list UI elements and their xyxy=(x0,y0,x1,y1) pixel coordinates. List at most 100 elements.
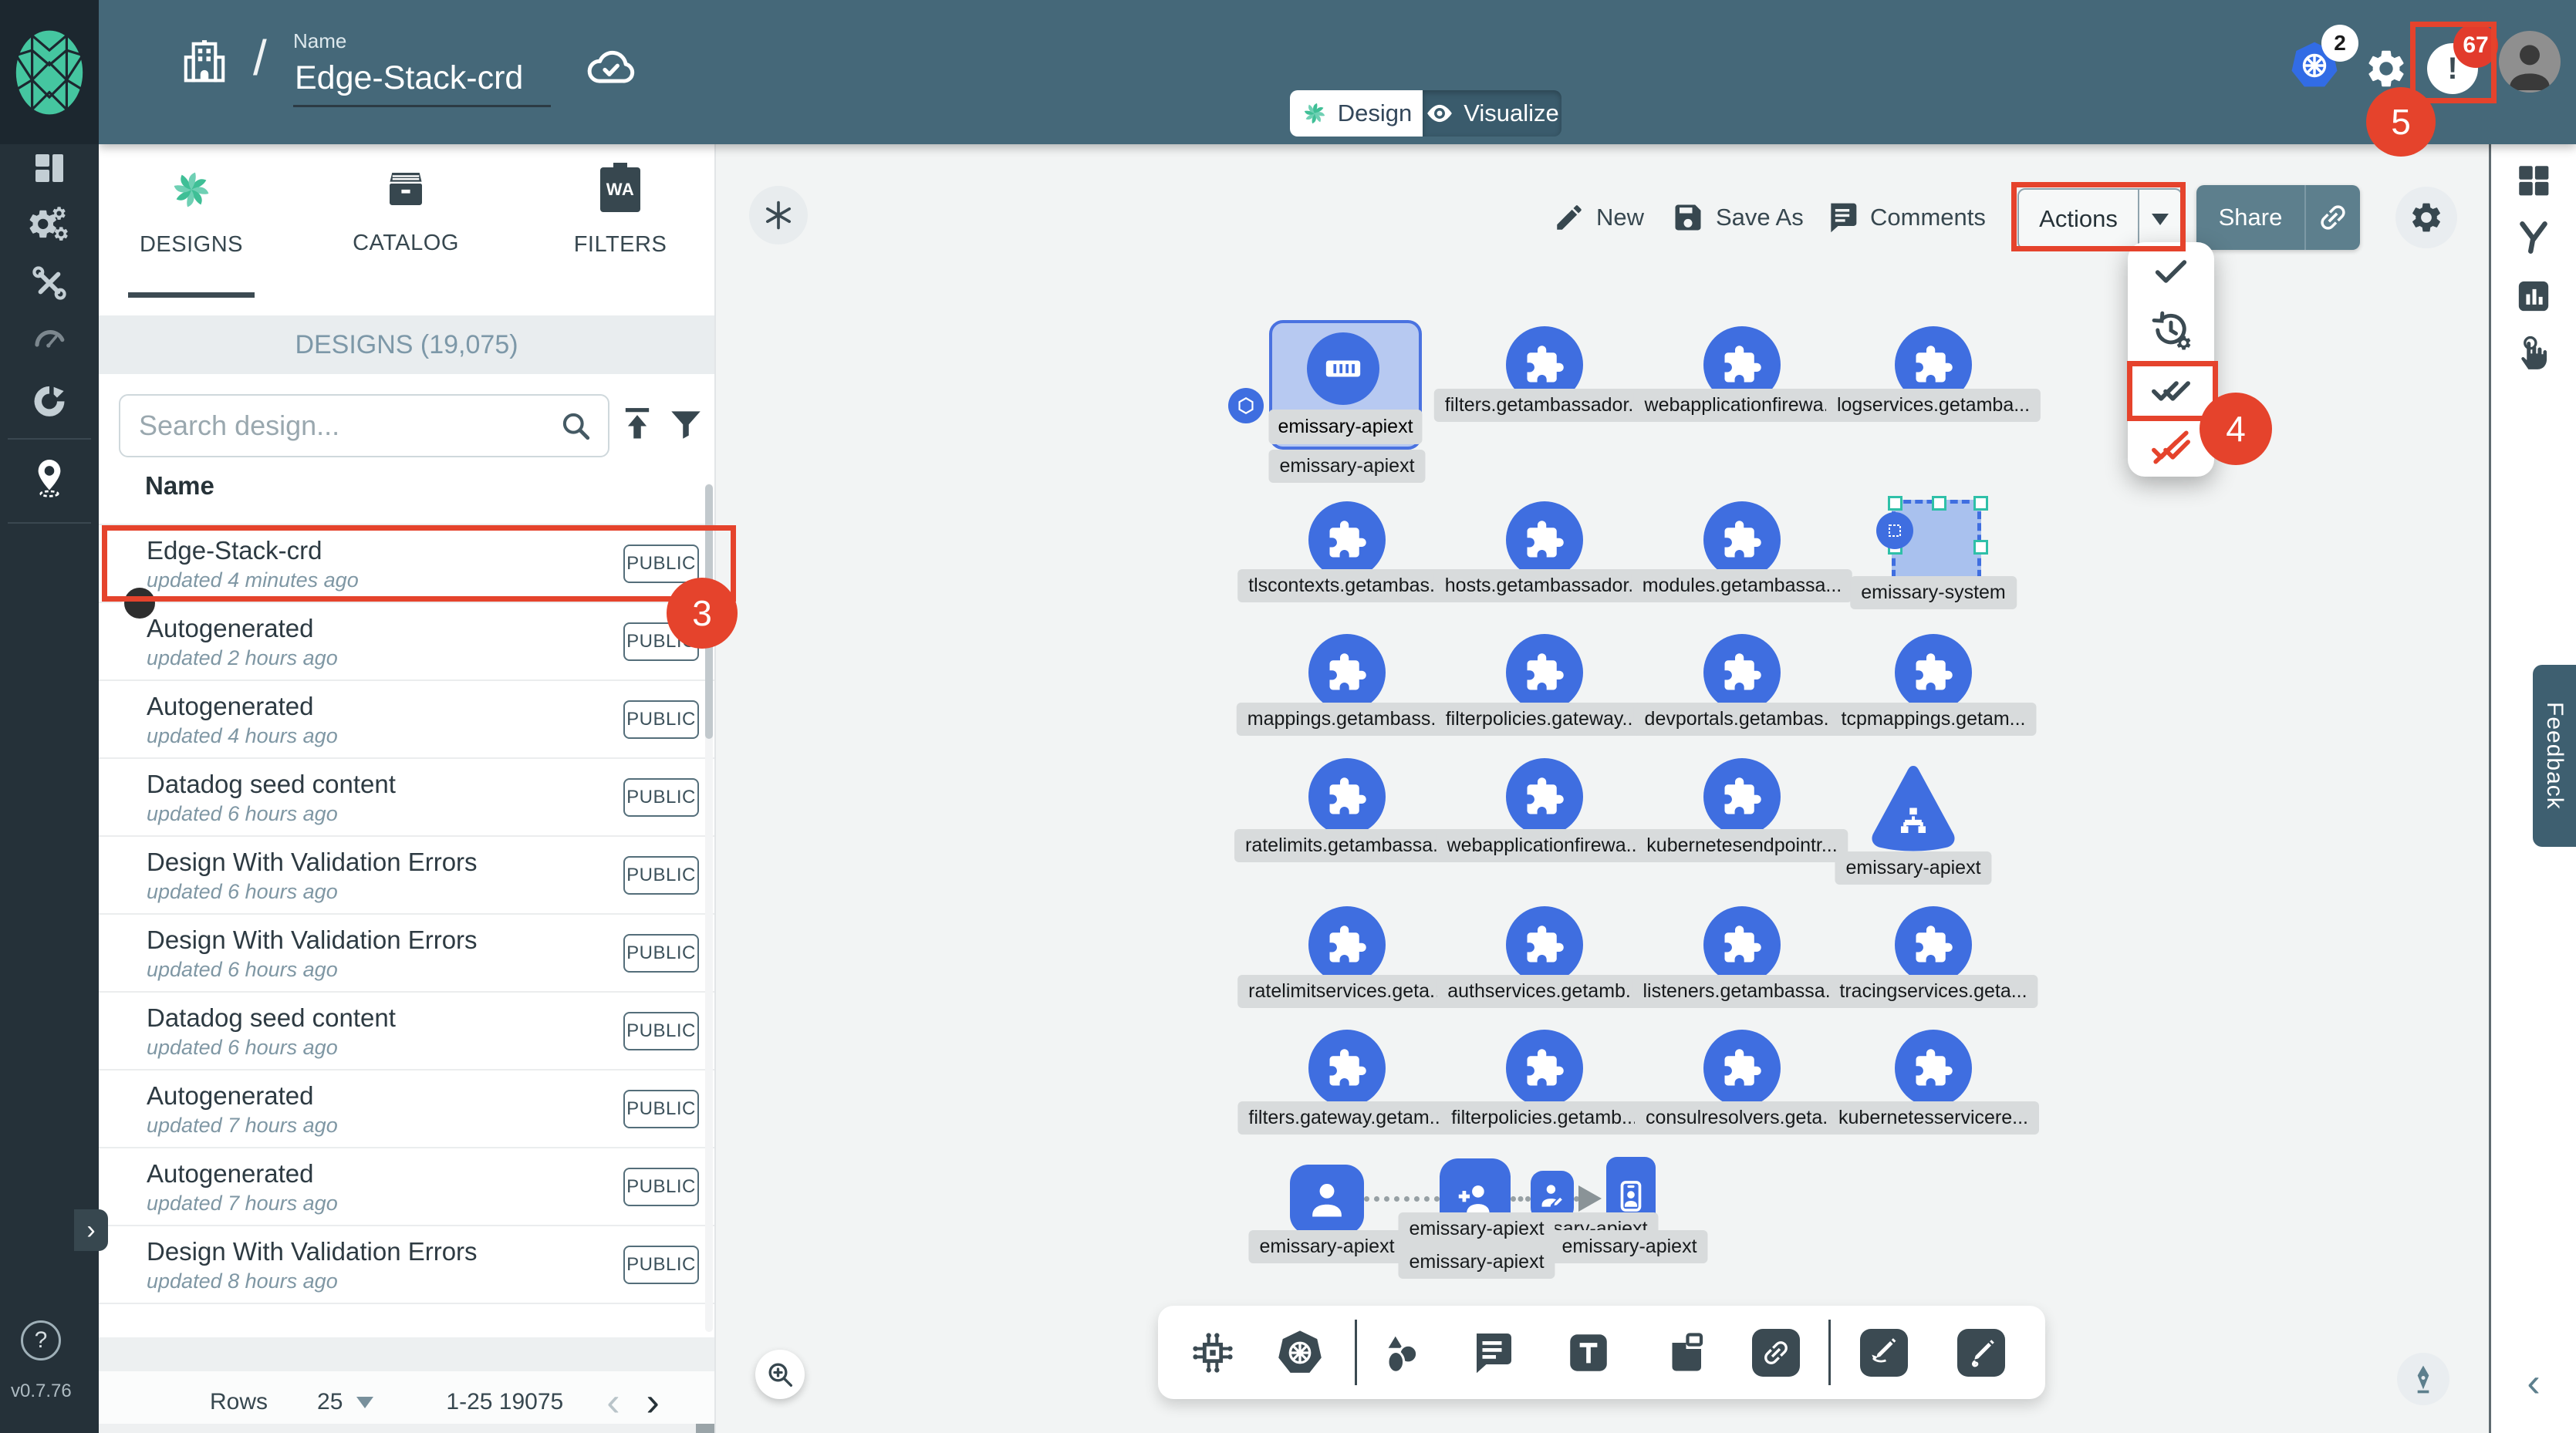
collapse-panel-chevron[interactable]: ‹ xyxy=(2491,1360,2576,1406)
nav-lifecycle-gears-icon[interactable] xyxy=(0,204,99,244)
node-crd[interactable] xyxy=(1703,501,1781,578)
meshery-logo[interactable] xyxy=(0,0,99,144)
node-crd[interactable] xyxy=(1703,906,1781,983)
feedback-tab[interactable]: Feedback xyxy=(2533,665,2576,847)
design-updated: updated 6 hours ago xyxy=(147,880,338,904)
node-crd[interactable] xyxy=(1703,758,1781,835)
node-crd[interactable] xyxy=(1308,501,1386,578)
nav-configuration-tools-icon[interactable] xyxy=(0,264,99,302)
node-label: emissary-apiext xyxy=(1398,1246,1555,1279)
import-design-icon[interactable] xyxy=(617,403,657,443)
tab-visualize[interactable]: Visualize xyxy=(1423,90,1561,137)
meshery-kanvas-app: ? v0.7.76 › / Name Design Visualize 2 ! … xyxy=(0,0,2576,1433)
node-crd[interactable] xyxy=(1895,1030,1972,1107)
node-crd[interactable] xyxy=(1703,1030,1781,1107)
kubernetes-context-button[interactable]: 2 xyxy=(2287,39,2341,183)
dock-comment-icon[interactable] xyxy=(1469,1306,1515,1399)
interaction-hand-icon[interactable] xyxy=(2491,334,2576,373)
design-row[interactable]: Datadog seed contentupdated 6 hours agoP… xyxy=(99,993,714,1071)
node-crd[interactable] xyxy=(1506,758,1583,835)
nav-dashboard-icon[interactable] xyxy=(0,150,99,187)
node-crd[interactable] xyxy=(1506,634,1583,711)
node-emissary-apiext-triangle[interactable] xyxy=(1867,760,1960,855)
design-canvas[interactable]: New Save As Comments Actions Share emiss… xyxy=(714,144,2489,1433)
dock-text-icon[interactable] xyxy=(1565,1306,1612,1399)
filter-funnel-icon[interactable] xyxy=(667,405,705,443)
next-page-button[interactable]: › xyxy=(647,1379,660,1425)
tab-design-label: Design xyxy=(1338,99,1413,127)
tab-design[interactable]: Design xyxy=(1290,90,1423,137)
rows-per-page-select[interactable]: 25 xyxy=(317,1389,343,1415)
organization-building-icon[interactable] xyxy=(179,37,230,88)
node-label: filters.gateway.getam... xyxy=(1237,1101,1456,1135)
canvas-settings-gear-button[interactable] xyxy=(2395,187,2457,248)
share-label: Share xyxy=(2196,204,2304,231)
nav-kanvas-pin-icon[interactable] xyxy=(0,457,99,498)
design-search-box xyxy=(119,394,609,457)
dock-link-icon[interactable] xyxy=(1752,1306,1800,1399)
visibility-badge: PUBLIC xyxy=(623,1246,699,1284)
node-crd[interactable] xyxy=(1506,1030,1583,1107)
node-crd[interactable] xyxy=(1308,634,1386,711)
visibility-badge: PUBLIC xyxy=(623,1090,699,1128)
node-label: tlscontexts.getambas... xyxy=(1237,569,1457,602)
design-row[interactable]: Design With Validation Errorsupdated 8 h… xyxy=(99,1226,714,1304)
design-name-input[interactable] xyxy=(293,53,551,107)
comments-button[interactable]: Comments xyxy=(1825,188,1986,247)
share-split-button[interactable]: Share xyxy=(2196,185,2360,250)
design-row[interactable]: Design With Validation Errorsupdated 6 h… xyxy=(99,837,714,915)
node-crd[interactable] xyxy=(1895,634,1972,711)
design-row[interactable]: Autogeneratedupdated 7 hours agoPUBLIC xyxy=(99,1148,714,1226)
visibility-badge: PUBLIC xyxy=(623,1012,699,1050)
node-crd[interactable] xyxy=(1895,906,1972,983)
node-crd[interactable] xyxy=(1506,501,1583,578)
actions-menu-item-dry-run[interactable] xyxy=(2128,301,2214,359)
node-crd[interactable] xyxy=(1506,906,1583,983)
prev-page-button[interactable]: ‹ xyxy=(606,1379,620,1425)
snowflake-freeze-icon[interactable] xyxy=(749,186,808,244)
design-row[interactable]: Autogeneratedupdated 7 hours agoPUBLIC xyxy=(99,1071,714,1148)
node-crd[interactable] xyxy=(1703,634,1781,711)
design-mode-pen-nib-icon[interactable] xyxy=(2397,1353,2449,1405)
node-crd[interactable] xyxy=(1308,758,1386,835)
sidebar-expand-chevron[interactable]: › xyxy=(74,1209,108,1251)
dock-shapes-icon[interactable] xyxy=(1377,1306,1425,1399)
panel-tab-filters[interactable]: WA FILTERS xyxy=(528,167,713,258)
zoom-button[interactable] xyxy=(755,1350,805,1399)
nav-performance-gauge-icon[interactable] xyxy=(0,319,99,356)
edge-arrowhead xyxy=(1578,1185,1602,1212)
annotation-step-5: 5 xyxy=(2366,87,2436,157)
dock-freehand-pencil-icon[interactable] xyxy=(1957,1306,2005,1399)
edge-dotted xyxy=(1364,1196,1440,1202)
copy-link-icon[interactable] xyxy=(2306,201,2360,234)
annotation-box-actions-button xyxy=(2011,182,2186,251)
relationships-branch-icon[interactable] xyxy=(2491,218,2576,257)
annotation-step-3: 3 xyxy=(667,578,738,649)
dock-note-icon[interactable] xyxy=(1663,1306,1709,1399)
design-row[interactable]: Autogeneratedupdated 2 hours agoPUBLIC xyxy=(99,603,714,681)
panel-tab-filters-label: FILTERS xyxy=(574,232,667,258)
dock-mesh-components-icon[interactable] xyxy=(1188,1306,1237,1399)
panel-hscrollbar-thumb[interactable] xyxy=(696,1424,714,1433)
search-input[interactable] xyxy=(120,410,559,442)
dock-annotate-pen-icon[interactable] xyxy=(1860,1306,1908,1399)
panel-tab-catalog[interactable]: CATALOG xyxy=(313,167,498,256)
design-row[interactable]: Design With Validation Errorsupdated 6 h… xyxy=(99,915,714,993)
rows-per-page-caret-icon[interactable] xyxy=(356,1397,373,1408)
node-emissary-apiext-selected[interactable]: emissary-apiext xyxy=(1269,320,1422,450)
design-row[interactable]: Datadog seed contentupdated 6 hours agoP… xyxy=(99,759,714,837)
new-button[interactable]: New xyxy=(1553,188,1644,247)
nav-extensions-icon[interactable] xyxy=(0,381,99,421)
node-person[interactable] xyxy=(1290,1165,1364,1234)
design-row[interactable]: Autogeneratedupdated 4 hours agoPUBLIC xyxy=(99,681,714,759)
search-icon[interactable] xyxy=(559,409,608,443)
dashboard-chart-icon[interactable] xyxy=(2491,277,2576,315)
user-avatar[interactable] xyxy=(2499,31,2561,175)
panel-tab-designs[interactable]: DESIGNS xyxy=(99,167,284,258)
dock-kubernetes-icon[interactable] xyxy=(1274,1306,1325,1399)
node-crd[interactable] xyxy=(1308,1030,1386,1107)
save-as-button[interactable]: Save As xyxy=(1671,188,1804,247)
node-label: tracingservices.geta... xyxy=(1828,975,2038,1008)
help-button[interactable]: ? xyxy=(21,1320,61,1361)
node-crd[interactable] xyxy=(1308,906,1386,983)
